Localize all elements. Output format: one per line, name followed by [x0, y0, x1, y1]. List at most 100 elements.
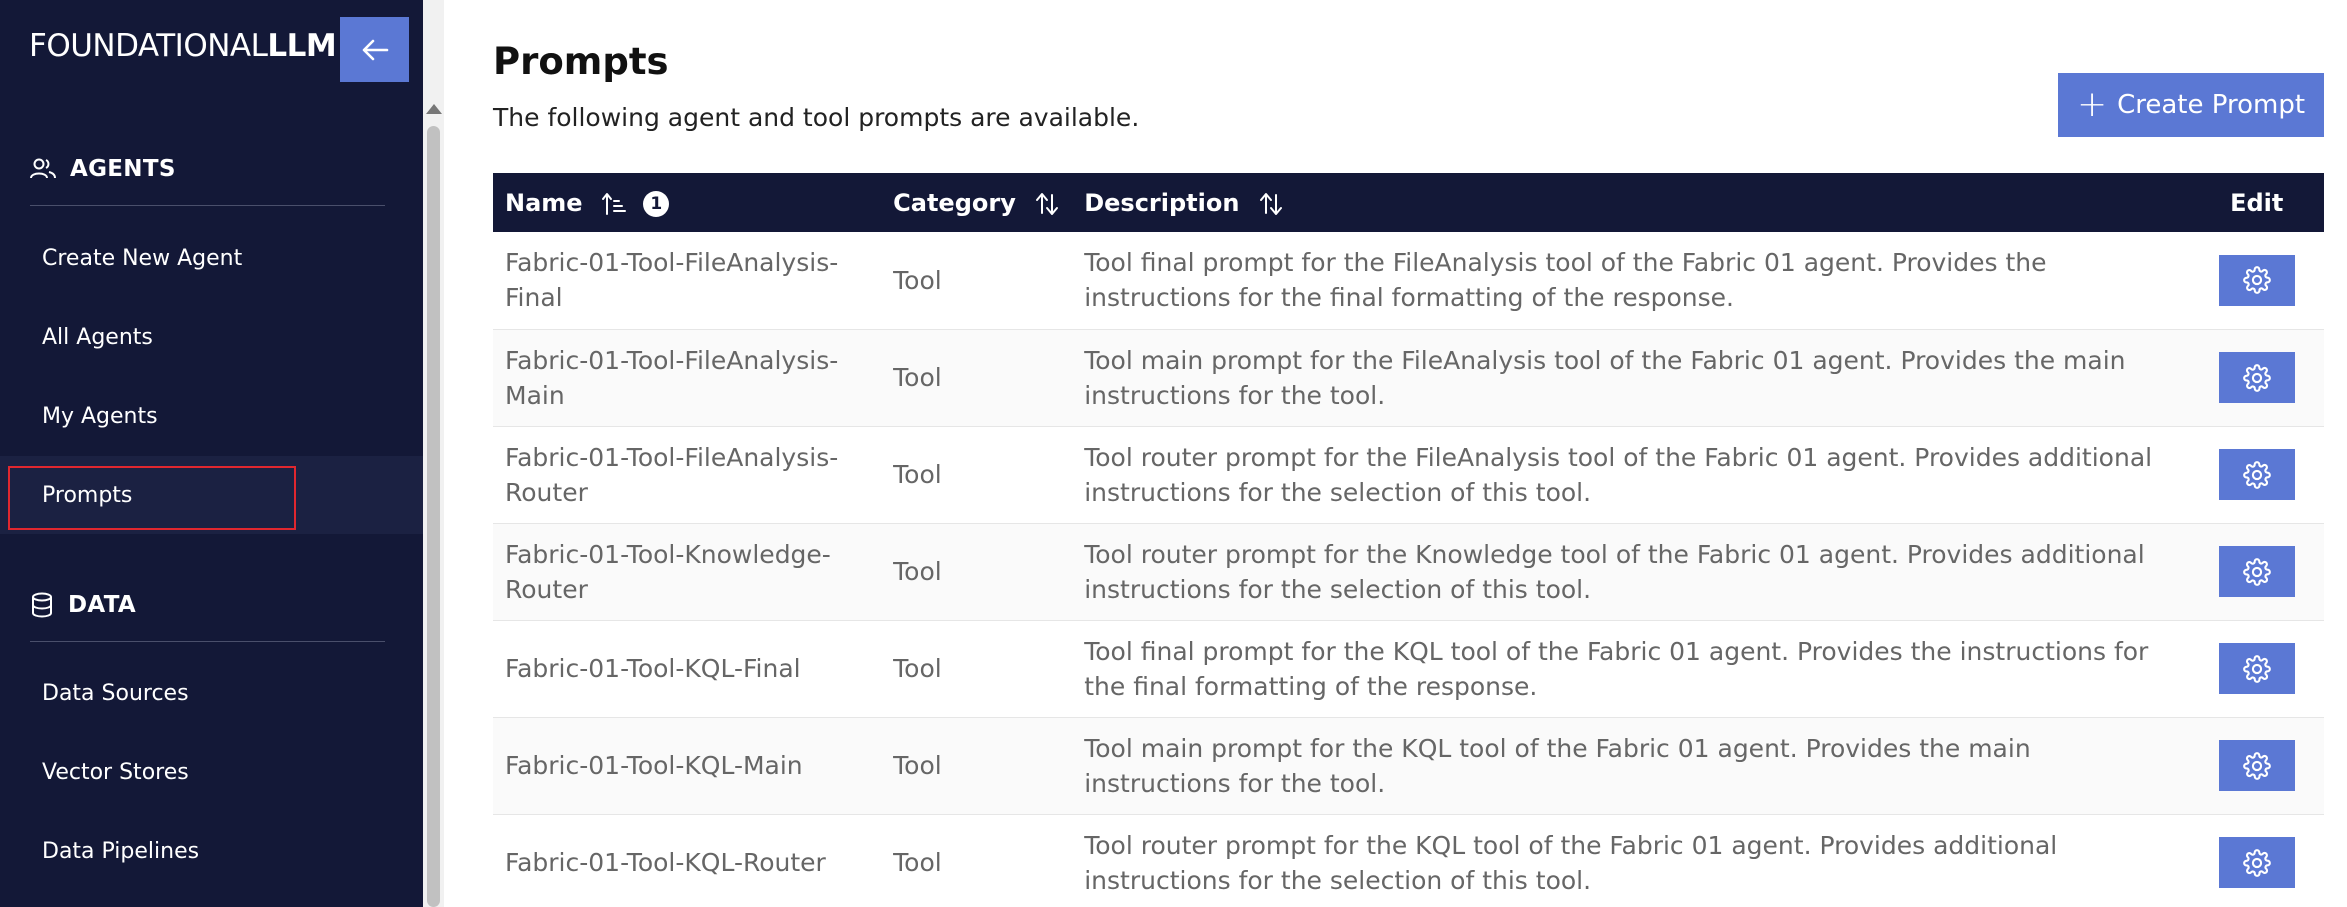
- selection-highlight: [8, 466, 296, 530]
- page-title: Prompts: [493, 40, 669, 83]
- users-icon: [30, 158, 56, 179]
- create-prompt-label: Create Prompt: [2117, 90, 2306, 120]
- prompts-table: Name 1 Category Description Edit Fabric-…: [493, 173, 2324, 907]
- gear-icon: [2242, 654, 2271, 683]
- cell-description: Tool router prompt for the FileAnalysis …: [1084, 442, 2153, 507]
- main-content: Prompts The following agent and tool pro…: [444, 0, 2347, 907]
- cell-edit: [2189, 717, 2324, 814]
- table-header-row: Name 1 Category Description Edit: [493, 173, 2324, 232]
- scrollbar-thumb[interactable]: [427, 126, 440, 907]
- cell-edit: [2189, 426, 2324, 523]
- nav-item-vector-stores[interactable]: Vector Stores: [0, 733, 423, 811]
- table-row: Fabric-01-Tool-FileAnalysis-Main Tool To…: [493, 329, 2324, 426]
- database-icon: [32, 592, 52, 618]
- cell-name: Fabric-01-Tool-FileAnalysis-Main: [505, 345, 839, 410]
- column-header-label: Name: [505, 188, 583, 217]
- section-title-agents: AGENTS: [70, 156, 176, 182]
- table-row: Fabric-01-Tool-FileAnalysis-Final Tool T…: [493, 232, 2324, 329]
- logo: FOUNDATIONALLLM: [29, 28, 337, 64]
- nav-item-label: My Agents: [42, 403, 158, 429]
- gear-icon: [2242, 557, 2271, 586]
- gear-icon: [2242, 460, 2271, 489]
- edit-button[interactable]: [2218, 449, 2295, 500]
- nav-item-label: Create New Agent: [42, 245, 243, 271]
- gear-icon: [2242, 363, 2271, 392]
- nav-item-label: All Agents: [42, 324, 153, 350]
- cell-category: Tool: [893, 654, 942, 683]
- section-data: DATA: [30, 592, 136, 618]
- table-row: Fabric-01-Tool-Knowledge-Router Tool Too…: [493, 523, 2324, 620]
- cell-category: Tool: [893, 557, 942, 586]
- cell-edit: [2189, 523, 2324, 620]
- cell-edit: [2189, 620, 2324, 717]
- edit-button[interactable]: [2218, 643, 2295, 694]
- cell-category: Tool: [893, 848, 942, 877]
- logo-text-bold: LLM: [267, 28, 337, 64]
- column-header-name[interactable]: Name 1: [493, 173, 881, 232]
- edit-button[interactable]: [2218, 837, 2295, 888]
- section-agents: AGENTS: [30, 156, 176, 182]
- cell-description: Tool main prompt for the FileAnalysis to…: [1084, 345, 2126, 410]
- table-row: Fabric-01-Tool-KQL-Final Tool Tool final…: [493, 620, 2324, 717]
- sort-ascending-icon[interactable]: [601, 191, 627, 217]
- cell-name: Fabric-01-Tool-KQL-Final: [505, 654, 801, 683]
- column-header-label: Category: [893, 188, 1016, 217]
- cell-name: Fabric-01-Tool-KQL-Main: [505, 751, 803, 780]
- column-header-label: Description: [1084, 188, 1240, 217]
- nav-item-create-new-agent[interactable]: Create New Agent: [0, 219, 423, 297]
- divider: [30, 205, 385, 206]
- cell-name: Fabric-01-Tool-FileAnalysis-Router: [505, 442, 839, 507]
- column-header-edit: Edit: [2189, 173, 2324, 232]
- cell-edit: [2189, 814, 2324, 907]
- cell-category: Tool: [893, 460, 942, 489]
- gear-icon: [2242, 848, 2271, 877]
- table-row: Fabric-01-Tool-KQL-Router Tool Tool rout…: [493, 814, 2324, 907]
- nav-item-my-agents[interactable]: My Agents: [0, 377, 423, 455]
- cell-description: Tool main prompt for the KQL tool of the…: [1084, 733, 2031, 798]
- nav-item-label: Data Pipelines: [42, 838, 200, 864]
- nav-item-all-agents[interactable]: All Agents: [0, 298, 423, 376]
- scroll-up-arrow-icon[interactable]: [426, 104, 442, 114]
- cell-category: Tool: [893, 265, 942, 295]
- logo-text-thin: FOUNDATIONAL: [29, 28, 268, 64]
- edit-button[interactable]: [2218, 352, 2295, 403]
- sidebar: FOUNDATIONALLLM AGENTS Create New Agent …: [0, 0, 423, 907]
- nav-item-prompts[interactable]: Prompts: [0, 456, 423, 534]
- cell-name: Fabric-01-Tool-Knowledge-Router: [505, 539, 831, 604]
- nav-item-label: Data Sources: [42, 680, 189, 706]
- cell-name: Fabric-01-Tool-FileAnalysis-Final: [505, 248, 839, 313]
- create-prompt-button[interactable]: + Create Prompt: [2058, 73, 2324, 137]
- plus-icon: +: [2076, 84, 2108, 125]
- cell-edit: [2189, 329, 2324, 426]
- sort-icon[interactable]: [1258, 191, 1284, 217]
- edit-button[interactable]: [2218, 740, 2295, 791]
- nav-item-label: Vector Stores: [42, 759, 189, 785]
- edit-button[interactable]: [2218, 546, 2295, 597]
- cell-edit: [2189, 232, 2324, 329]
- section-title-data: DATA: [68, 592, 137, 618]
- sort-order-badge: 1: [643, 190, 670, 217]
- sidebar-scrollbar[interactable]: [423, 0, 444, 907]
- cell-description: Tool router prompt for the KQL tool of t…: [1084, 830, 2058, 895]
- divider: [30, 641, 385, 642]
- nav-item-data-pipelines[interactable]: Data Pipelines: [0, 812, 423, 890]
- page-subtitle: The following agent and tool prompts are…: [493, 103, 1140, 132]
- sort-icon[interactable]: [1034, 191, 1060, 217]
- column-header-category[interactable]: Category: [881, 173, 1072, 232]
- table-row: Fabric-01-Tool-FileAnalysis-Router Tool …: [493, 426, 2324, 523]
- cell-description: Tool router prompt for the Knowledge too…: [1084, 539, 2145, 604]
- gear-icon: [2242, 266, 2271, 295]
- column-header-label: Edit: [2230, 188, 2284, 217]
- collapse-sidebar-button[interactable]: [340, 17, 409, 82]
- arrow-left-icon: [362, 39, 388, 60]
- edit-button[interactable]: [2218, 254, 2295, 306]
- cell-description: Tool final prompt for the FileAnalysis t…: [1084, 248, 2047, 313]
- cell-name: Fabric-01-Tool-KQL-Router: [505, 848, 826, 877]
- gear-icon: [2242, 751, 2271, 780]
- column-header-description[interactable]: Description: [1072, 173, 2189, 232]
- cell-description: Tool final prompt for the KQL tool of th…: [1084, 636, 2149, 701]
- table-row: Fabric-01-Tool-KQL-Main Tool Tool main p…: [493, 717, 2324, 814]
- cell-category: Tool: [893, 363, 942, 392]
- nav-item-data-sources[interactable]: Data Sources: [0, 654, 423, 732]
- cell-category: Tool: [893, 751, 942, 780]
